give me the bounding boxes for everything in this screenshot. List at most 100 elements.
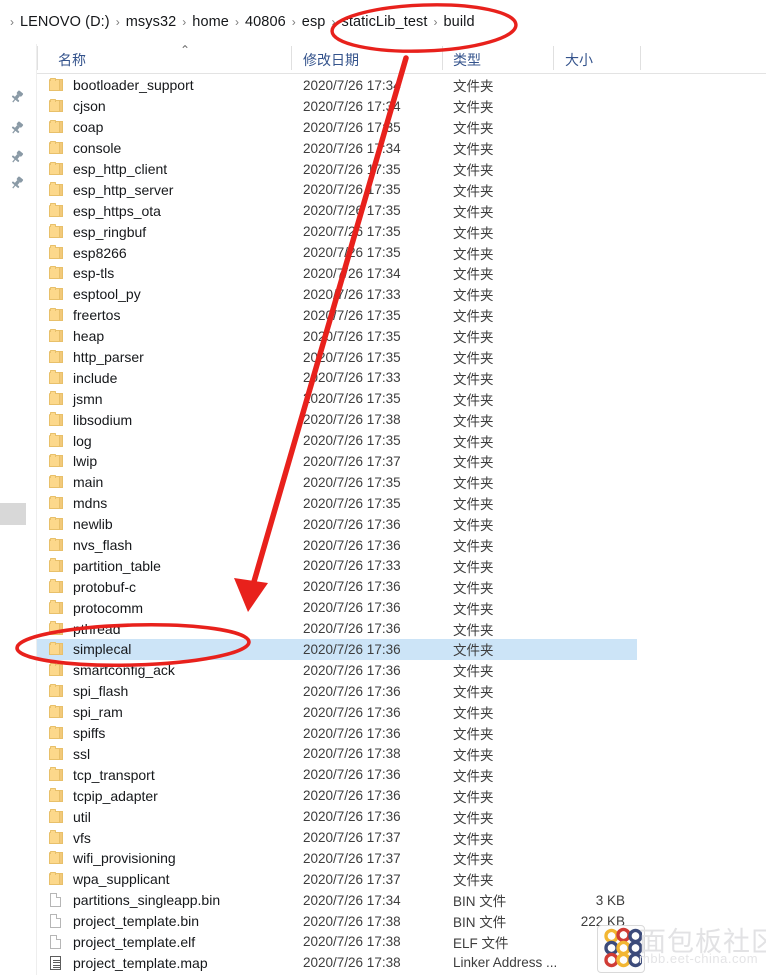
breadcrumb-item[interactable]: home	[192, 14, 229, 30]
table-row[interactable]: esp_http_client 2020/7/26 17:35 文件夹	[37, 159, 637, 180]
table-row[interactable]: project_template.map 2020/7/26 17:38 Linke…	[37, 952, 637, 973]
cell-name[interactable]: cjson	[48, 96, 106, 117]
cell-name[interactable]: bootloader_support	[48, 75, 194, 96]
table-row[interactable]: vfs 2020/7/26 17:37 文件夹	[37, 827, 637, 848]
table-row[interactable]: spi_ram 2020/7/26 17:36 文件夹	[37, 702, 637, 723]
table-row[interactable]: libsodium 2020/7/26 17:38 文件夹	[37, 409, 637, 430]
breadcrumb-item[interactable]: msys32	[126, 14, 177, 30]
pin-icon[interactable]	[9, 175, 25, 191]
cell-name[interactable]: protobuf-c	[48, 576, 136, 597]
table-row[interactable]: protocomm 2020/7/26 17:36 文件夹	[37, 597, 637, 618]
breadcrumb-item[interactable]: esp	[302, 14, 326, 30]
breadcrumb-item[interactable]: 40806	[245, 14, 286, 30]
table-row[interactable]: spiffs 2020/7/26 17:36 文件夹	[37, 723, 637, 744]
table-row[interactable]: smartconfig_ack 2020/7/26 17:36 文件夹	[37, 660, 637, 681]
table-row[interactable]: partition_table 2020/7/26 17:33 文件夹	[37, 555, 637, 576]
breadcrumb-item[interactable]: build	[444, 14, 475, 30]
breadcrumb-item[interactable]: LENOVO (D:)	[20, 14, 110, 30]
cell-name[interactable]: spiffs	[48, 723, 105, 744]
navigation-scroll-thumb[interactable]	[0, 503, 26, 525]
cell-name[interactable]: vfs	[48, 827, 91, 848]
pin-icon[interactable]	[9, 120, 25, 136]
table-row[interactable]: tcp_transport 2020/7/26 17:36 文件夹	[37, 764, 637, 785]
table-row[interactable]: pthread 2020/7/26 17:36 文件夹	[37, 618, 637, 639]
cell-name[interactable]: partitions_singleapp.bin	[48, 890, 220, 911]
table-row[interactable]: bootloader_support 2020/7/26 17:34 文件夹	[37, 75, 637, 96]
cell-name[interactable]: nvs_flash	[48, 535, 132, 556]
table-row[interactable]: esp_http_server 2020/7/26 17:35 文件夹	[37, 179, 637, 200]
cell-name[interactable]: ssl	[48, 744, 90, 765]
cell-name[interactable]: tcpip_adapter	[48, 785, 158, 806]
cell-name[interactable]: esp_http_client	[48, 159, 167, 180]
cell-name[interactable]: jsmn	[48, 388, 103, 409]
cell-name[interactable]: util	[48, 806, 91, 827]
table-row[interactable]: protobuf-c 2020/7/26 17:36 文件夹	[37, 576, 637, 597]
table-row[interactable]: mdns 2020/7/26 17:35 文件夹	[37, 493, 637, 514]
cell-name[interactable]: esp_ringbuf	[48, 221, 146, 242]
table-row[interactable]: console 2020/7/26 17:34 文件夹	[37, 138, 637, 159]
address-bar-breadcrumb[interactable]: › LENOVO (D:) › msys32 › home › 40806 › esp › stati…	[0, 0, 766, 44]
cell-name[interactable]: protocomm	[48, 597, 143, 618]
cell-name[interactable]: tcp_transport	[48, 764, 155, 785]
table-row[interactable]: project_template.bin 2020/7/26 17:38 BIN 文…	[37, 911, 637, 932]
table-row[interactable]: lwip 2020/7/26 17:37 文件夹	[37, 451, 637, 472]
column-divider[interactable]	[442, 46, 443, 70]
table-row[interactable]: coap 2020/7/26 17:35 文件夹	[37, 117, 637, 138]
cell-name[interactable]: heap	[48, 326, 104, 347]
cell-name[interactable]: simplecal	[48, 639, 131, 660]
cell-name[interactable]: include	[48, 367, 117, 388]
table-row[interactable]: cjson 2020/7/26 17:34 文件夹	[37, 96, 637, 117]
table-row[interactable]: wifi_provisioning 2020/7/26 17:37 文件夹	[37, 848, 637, 869]
breadcrumb-item[interactable]: staticLib_test	[341, 14, 427, 30]
table-row[interactable]: log 2020/7/26 17:35 文件夹	[37, 430, 637, 451]
column-header-name[interactable]: 名称	[58, 50, 86, 70]
pin-icon[interactable]	[9, 149, 25, 165]
cell-name[interactable]: libsodium	[48, 409, 132, 430]
column-header-size[interactable]: 大小	[565, 50, 593, 70]
table-row[interactable]: newlib 2020/7/26 17:36 文件夹	[37, 514, 637, 535]
column-divider[interactable]	[553, 46, 554, 70]
table-row[interactable]: esp_https_ota 2020/7/26 17:35 文件夹	[37, 200, 637, 221]
table-row[interactable]: wpa_supplicant 2020/7/26 17:37 文件夹	[37, 869, 637, 890]
cell-name[interactable]: pthread	[48, 618, 120, 639]
file-list-view[interactable]: bootloader_support 2020/7/26 17:34 文件夹 cjso…	[37, 75, 766, 975]
table-row[interactable]: esp_ringbuf 2020/7/26 17:35 文件夹	[37, 221, 637, 242]
table-row[interactable]: ssl 2020/7/26 17:38 文件夹	[37, 744, 637, 765]
cell-name[interactable]: spi_ram	[48, 702, 123, 723]
cell-name[interactable]: main	[48, 472, 103, 493]
column-divider[interactable]	[291, 46, 292, 70]
cell-name[interactable]: project_template.bin	[48, 911, 199, 932]
column-divider[interactable]	[640, 46, 641, 70]
cell-name[interactable]: wpa_supplicant	[48, 869, 170, 890]
cell-name[interactable]: project_template.map	[48, 952, 208, 973]
table-row[interactable]: project_template.elf 2020/7/26 17:38 ELF 文…	[37, 932, 637, 953]
cell-name[interactable]: smartconfig_ack	[48, 660, 175, 681]
table-row[interactable]: main 2020/7/26 17:35 文件夹	[37, 472, 637, 493]
cell-name[interactable]: esp_https_ota	[48, 200, 161, 221]
cell-name[interactable]: esp-tls	[48, 263, 114, 284]
cell-name[interactable]: esptool_py	[48, 284, 141, 305]
table-row[interactable]: http_parser 2020/7/26 17:35 文件夹	[37, 347, 637, 368]
pin-icon[interactable]	[9, 89, 25, 105]
cell-name[interactable]: newlib	[48, 514, 113, 535]
cell-name[interactable]: console	[48, 138, 121, 159]
cell-name[interactable]: http_parser	[48, 347, 144, 368]
table-row[interactable]: util 2020/7/26 17:36 文件夹	[37, 806, 637, 827]
table-row[interactable]: esp8266 2020/7/26 17:35 文件夹	[37, 242, 637, 263]
table-row[interactable]: partitions_singleapp.bin 2020/7/26 17:34 B…	[37, 890, 637, 911]
cell-name[interactable]: freertos	[48, 305, 120, 326]
column-header-type[interactable]: 类型	[453, 50, 481, 70]
table-row[interactable]: freertos 2020/7/26 17:35 文件夹	[37, 305, 637, 326]
cell-name[interactable]: project_template.elf	[48, 932, 195, 953]
table-row[interactable]: spi_flash 2020/7/26 17:36 文件夹	[37, 681, 637, 702]
cell-name[interactable]: mdns	[48, 493, 107, 514]
cell-name[interactable]: wifi_provisioning	[48, 848, 176, 869]
table-row[interactable]: esptool_py 2020/7/26 17:33 文件夹	[37, 284, 637, 305]
cell-name[interactable]: spi_flash	[48, 681, 128, 702]
cell-name[interactable]: esp_http_server	[48, 179, 173, 200]
column-divider[interactable]	[37, 46, 38, 70]
table-row[interactable]: tcpip_adapter 2020/7/26 17:36 文件夹	[37, 785, 637, 806]
cell-name[interactable]: log	[48, 430, 92, 451]
cell-name[interactable]: lwip	[48, 451, 97, 472]
table-row[interactable]: nvs_flash 2020/7/26 17:36 文件夹	[37, 535, 637, 556]
